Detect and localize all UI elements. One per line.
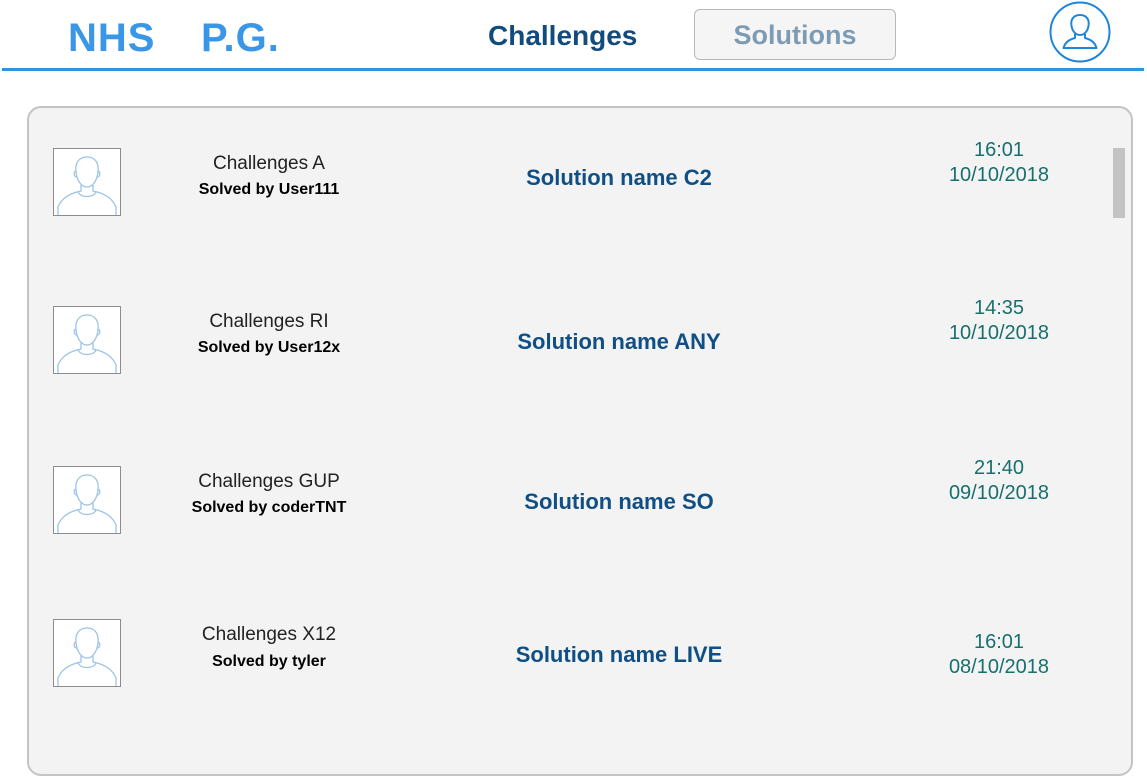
solution-name-link[interactable]: Solution name C2: [469, 164, 769, 192]
tab-challenges[interactable]: Challenges: [488, 16, 637, 56]
list-item[interactable]: Challenges RI Solved by User12x Solution…: [29, 296, 1109, 406]
solution-name-link[interactable]: Solution name ANY: [469, 328, 769, 356]
list-item[interactable]: Challenges X12 Solved by tyler Solution …: [29, 619, 1109, 729]
tab-solutions[interactable]: Solutions: [694, 9, 896, 60]
solved-by-label: Solved by User12x: [197, 339, 341, 356]
challenge-name: Challenges GUP: [198, 471, 340, 492]
solution-time: 14:35: [973, 297, 1025, 319]
user-avatar-icon: [53, 306, 121, 374]
logo-nhs: NHS: [68, 16, 156, 60]
app-header: NHS P.G. Challenges Solutions: [0, 0, 1147, 72]
solution-date: 10/10/2018: [948, 164, 1050, 186]
solution-time: 21:40: [973, 457, 1025, 479]
challenge-name: Challenges A: [213, 153, 325, 174]
solution-name-link[interactable]: Solution name LIVE: [469, 641, 769, 669]
user-avatar-icon: [53, 148, 121, 216]
solved-by-label: Solved by coderTNT: [191, 499, 347, 516]
user-avatar-icon: [53, 466, 121, 534]
logo-pg: P.G.: [201, 16, 280, 60]
solved-by-label: Solved by User111: [198, 181, 340, 198]
scrollbar-thumb[interactable]: [1113, 148, 1125, 218]
user-avatar-icon: [53, 619, 121, 687]
solution-name-link[interactable]: Solution name SO: [469, 488, 769, 516]
solution-date: 09/10/2018: [948, 482, 1050, 504]
header-divider: [2, 68, 1144, 71]
solution-time: 16:01: [973, 139, 1025, 161]
list-item[interactable]: Challenges A Solved by User111 Solution …: [29, 138, 1109, 248]
solutions-list-panel: Challenges A Solved by User111 Solution …: [27, 106, 1133, 776]
solved-by-label: Solved by tyler: [212, 653, 326, 670]
list-item[interactable]: Challenges GUP Solved by coderTNT Soluti…: [29, 456, 1109, 566]
challenge-name: Challenges RI: [209, 311, 329, 332]
challenge-name: Challenges X12: [201, 624, 337, 645]
solution-date: 10/10/2018: [948, 322, 1050, 344]
solution-date: 08/10/2018: [948, 656, 1050, 678]
user-profile-icon[interactable]: [1049, 1, 1111, 63]
solution-time: 16:01: [973, 631, 1025, 653]
